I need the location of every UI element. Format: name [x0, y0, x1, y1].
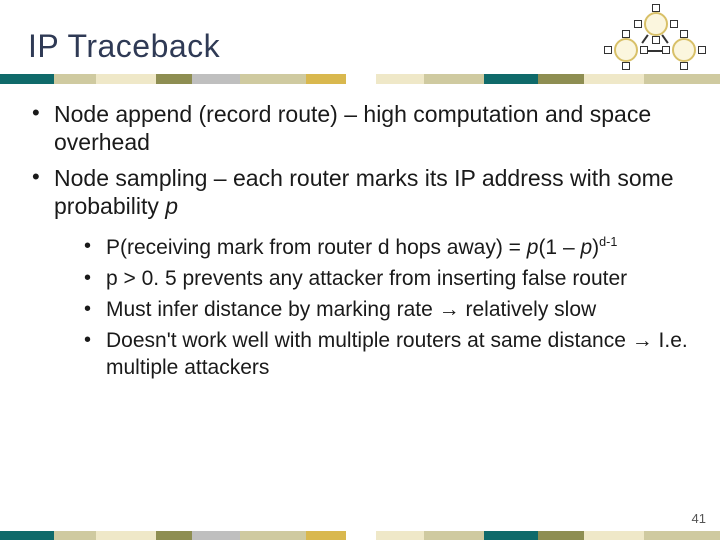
bullet-list-level2: P(receiving mark from router d hops away…	[80, 234, 692, 381]
slide: IP Traceback N	[0, 0, 720, 540]
arrow-right-icon: →	[632, 329, 653, 352]
accent-band-top	[0, 74, 720, 84]
arrow-right-icon: →	[439, 298, 460, 321]
slide-title: IP Traceback	[28, 28, 220, 65]
bullet-list-level1: Node append (record route) – high comput…	[28, 100, 692, 382]
page-number: 41	[692, 511, 706, 526]
bullet-item: Must infer distance by marking rate → re…	[80, 297, 692, 324]
bullet-item: p > 0. 5 prevents any attacker from inse…	[80, 266, 692, 293]
bullet-item: Node sampling – each router marks its IP…	[28, 164, 692, 381]
accent-band-bottom	[0, 531, 720, 540]
network-diagram-icon	[602, 4, 708, 70]
bullet-item: Node append (record route) – high comput…	[28, 100, 692, 156]
slide-body: Node append (record route) – high comput…	[28, 100, 692, 390]
bullet-item: P(receiving mark from router d hops away…	[80, 234, 692, 262]
bullet-item: Doesn't work well with multiple routers …	[80, 328, 692, 382]
